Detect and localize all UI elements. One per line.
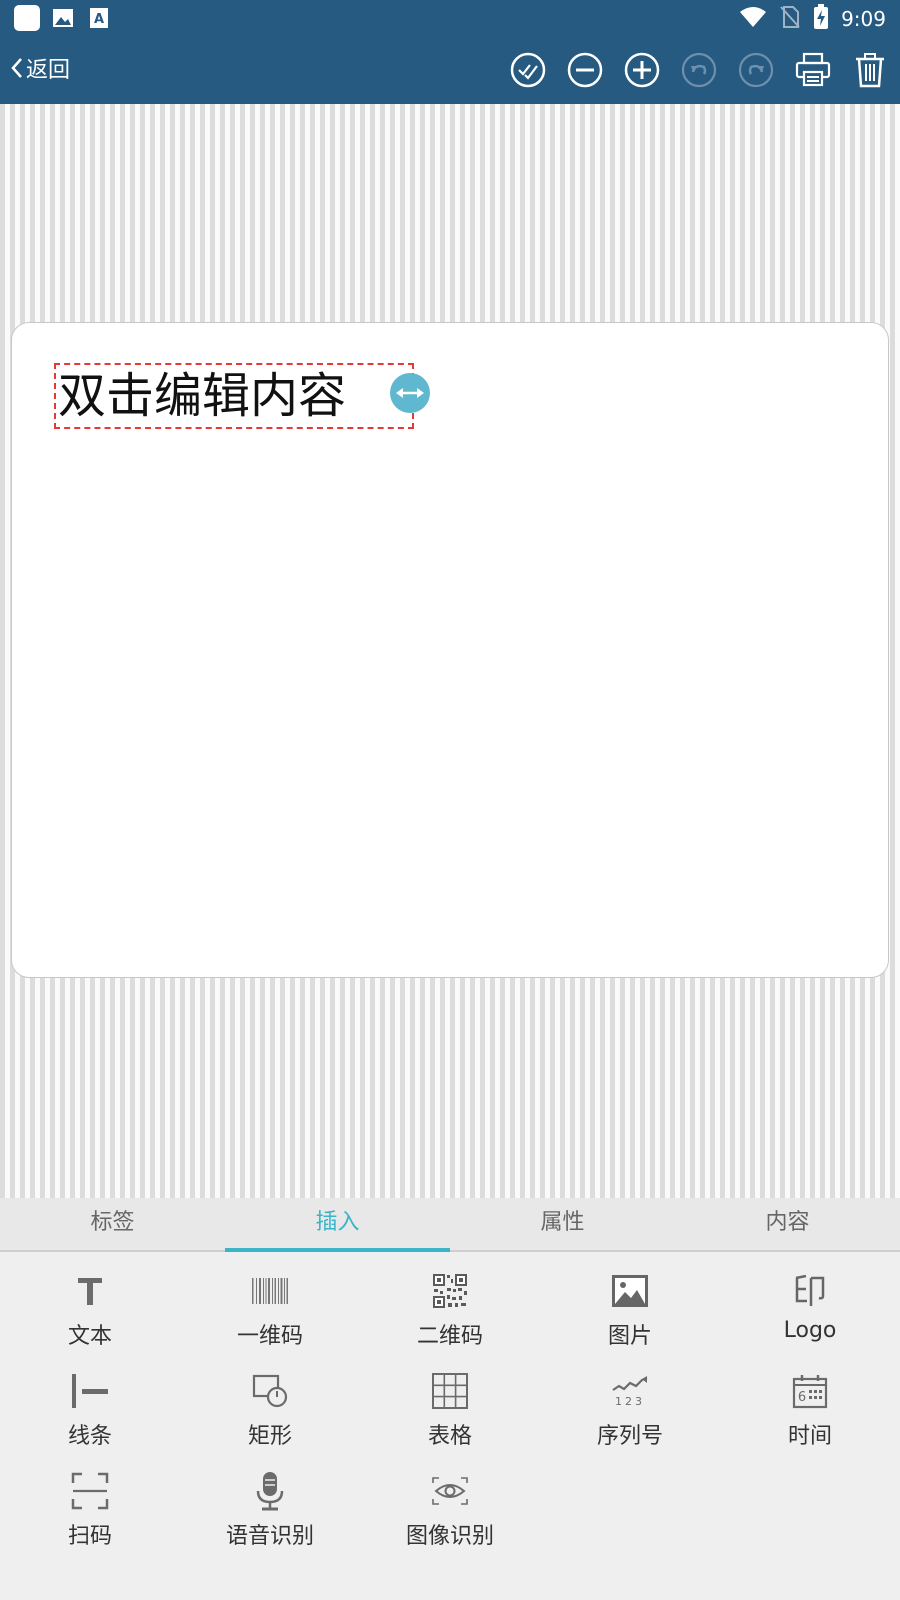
battery-charging-icon <box>813 4 829 34</box>
back-button[interactable]: 返回 <box>10 52 70 84</box>
bottom-tabs: 标签 插入 属性 内容 <box>0 1198 900 1252</box>
chevron-left-icon <box>11 58 22 78</box>
check-all-icon <box>510 52 546 88</box>
check-all-button[interactable] <box>508 50 548 90</box>
no-sim-icon <box>779 5 801 33</box>
tool-label: 矩形 <box>247 1424 292 1449</box>
label-page[interactable]: 双击编辑内容 <box>11 322 889 978</box>
tool-label: 扫码 <box>67 1524 112 1549</box>
tool-label: 线条 <box>67 1424 112 1449</box>
insert-line-button[interactable]: 线条 <box>0 1352 180 1452</box>
tool-label: 语音识别 <box>225 1524 314 1549</box>
redo-icon <box>738 52 774 88</box>
zoom-out-button[interactable] <box>565 50 605 90</box>
trash-icon <box>856 53 884 88</box>
font-notification-icon: A <box>86 5 112 31</box>
top-toolbar: 返回 <box>0 36 900 104</box>
svg-text:6: 6 <box>798 1390 806 1405</box>
insert-tools-grid: 文本 一维码 二维码 图片 Logo 线条 矩形 表格 123 序列号 6 时间… <box>0 1252 900 1600</box>
undo-icon <box>681 52 717 88</box>
tab-insert[interactable]: 插入 <box>225 1198 450 1252</box>
clock: 9:09 <box>841 7 886 31</box>
shape-icon <box>252 1374 288 1408</box>
zoom-in-icon <box>624 52 660 88</box>
insert-table-button[interactable]: 表格 <box>360 1352 540 1452</box>
insert-image-button[interactable]: 图片 <box>540 1252 720 1352</box>
qrcode-icon <box>433 1274 467 1308</box>
image-icon <box>612 1275 648 1307</box>
tab-content[interactable]: 内容 <box>675 1198 900 1250</box>
scan-code-button[interactable]: 扫码 <box>0 1452 180 1552</box>
text-element[interactable]: 双击编辑内容 <box>54 363 414 429</box>
tool-label: 文本 <box>67 1324 112 1349</box>
arrow-left-right-icon <box>396 388 424 398</box>
insert-text-button[interactable]: 文本 <box>0 1252 180 1352</box>
tool-label: 序列号 <box>596 1424 663 1449</box>
text-icon <box>78 1278 102 1305</box>
tool-label: 一维码 <box>236 1324 303 1349</box>
tool-label: 二维码 <box>416 1324 483 1349</box>
seal-icon <box>795 1274 825 1306</box>
image-recognition-button[interactable]: 图像识别 <box>360 1452 540 1552</box>
svg-text:123: 123 <box>615 1395 645 1408</box>
insert-serial-number-button[interactable]: 123 序列号 <box>540 1352 720 1452</box>
insert-logo-button[interactable]: Logo <box>720 1252 900 1352</box>
tab-label[interactable]: 标签 <box>0 1198 225 1250</box>
eye-icon <box>432 1477 468 1505</box>
microphone-icon <box>256 1472 284 1511</box>
zoom-out-icon <box>567 52 603 88</box>
back-label: 返回 <box>26 58 71 83</box>
wifi-icon <box>739 6 767 32</box>
gallery-notification-icon <box>50 5 76 31</box>
voice-recognition-button[interactable]: 语音识别 <box>180 1452 360 1552</box>
insert-qrcode-button[interactable]: 二维码 <box>360 1252 540 1352</box>
calendar-icon: 6 <box>792 1375 828 1409</box>
tool-label: Logo <box>783 1318 837 1343</box>
tool-label: 图片 <box>607 1324 652 1349</box>
serial-number-icon: 123 <box>612 1376 648 1408</box>
editor-canvas[interactable]: 双击编辑内容 <box>0 104 900 1198</box>
print-icon <box>795 52 831 87</box>
insert-barcode-button[interactable]: 一维码 <box>180 1252 360 1352</box>
scan-icon <box>71 1472 109 1510</box>
print-button[interactable] <box>793 50 833 90</box>
delete-button[interactable] <box>850 50 890 90</box>
status-bar: A 9:09 <box>0 0 900 36</box>
insert-time-button[interactable]: 6 时间 <box>720 1352 900 1452</box>
redo-button[interactable] <box>736 50 776 90</box>
resize-handle[interactable] <box>390 373 430 413</box>
app-notification-icon <box>14 5 40 31</box>
tab-properties[interactable]: 属性 <box>450 1198 675 1250</box>
zoom-in-button[interactable] <box>622 50 662 90</box>
tool-label: 图像识别 <box>405 1524 494 1549</box>
line-icon <box>72 1374 108 1408</box>
tool-label: 表格 <box>427 1424 472 1449</box>
table-icon <box>432 1373 468 1409</box>
insert-shape-button[interactable]: 矩形 <box>180 1352 360 1452</box>
tool-label: 时间 <box>787 1424 832 1449</box>
svg-text:A: A <box>94 12 104 27</box>
undo-button[interactable] <box>679 50 719 90</box>
barcode-icon <box>252 1278 288 1304</box>
